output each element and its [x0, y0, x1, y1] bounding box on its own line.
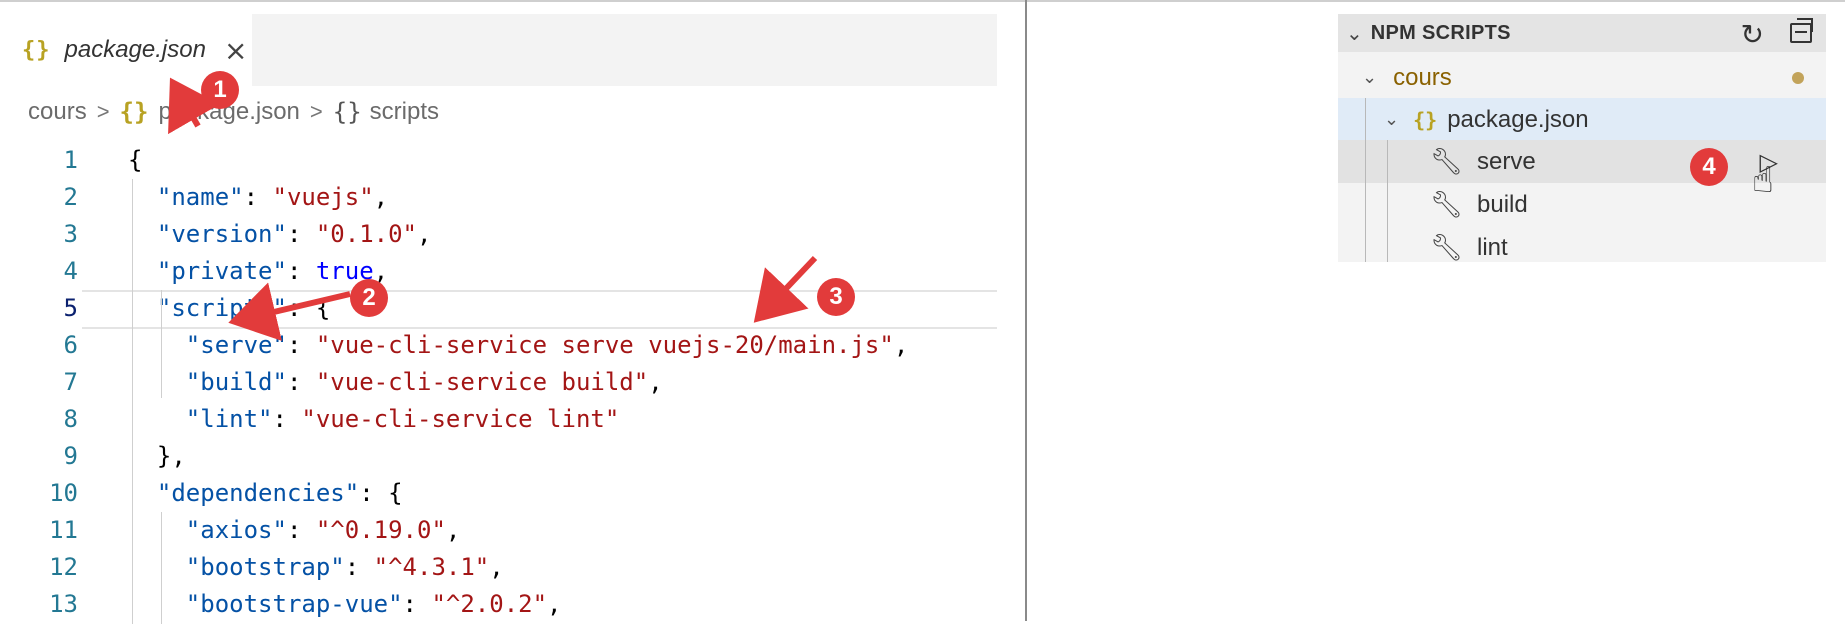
tree-folder-cours[interactable]: ⌄ cours	[1338, 56, 1826, 99]
pane-divider	[1025, 0, 1027, 621]
line-number: 10	[49, 479, 78, 507]
wrench-icon: 🔧︎	[1430, 189, 1464, 219]
modified-dot-icon	[1792, 72, 1804, 84]
line-number: 8	[63, 405, 78, 433]
annotation-badge-2: 2	[350, 279, 388, 317]
tab-bar: {} package.json ×	[0, 14, 997, 86]
code-line: 11 "axios": "^0.19.0",	[0, 512, 997, 549]
code-line: 2 "name": "vuejs",	[0, 179, 997, 216]
object-braces-icon: {}	[332, 98, 362, 126]
code-line: 1{	[0, 142, 997, 179]
wrench-icon: 🔧︎	[1430, 146, 1464, 176]
chevron-down-icon[interactable]: ⌄	[1346, 21, 1363, 46]
chevron-down-icon: ⌄	[1384, 109, 1400, 129]
breadcrumb-symbol[interactable]: scripts	[370, 98, 439, 126]
code-line: 12 "bootstrap": "^4.3.1",	[0, 549, 997, 586]
chevron-down-icon: ⌄	[1362, 67, 1378, 87]
collapse-all-icon[interactable]	[1790, 18, 1813, 43]
code-area[interactable]: 1{ 2 "name": "vuejs", 3 "version": "0.1.…	[0, 142, 997, 623]
code-line: 13 "bootstrap-vue": "^2.0.2",	[0, 586, 997, 623]
panel-title: NPM SCRIPTS	[1370, 21, 1511, 44]
line-number: 12	[49, 553, 78, 581]
line-number: 13	[49, 590, 78, 618]
code-line: 10 "dependencies": {	[0, 475, 997, 512]
line-number: 7	[63, 368, 78, 396]
json-braces-icon: {}	[1413, 107, 1438, 132]
tree-item-package-json[interactable]: ⌄ {} package.json	[1338, 98, 1826, 141]
code-line: 8 "lint": "vue-cli-service lint"	[0, 401, 997, 438]
folder-label: cours	[1393, 63, 1452, 91]
breadcrumb-folder[interactable]: cours	[28, 98, 87, 126]
indent-guide	[161, 290, 162, 398]
package-label: package.json	[1447, 105, 1589, 133]
code-line: 9 },	[0, 438, 997, 475]
line-number: 4	[63, 257, 78, 285]
json-braces-icon: {}	[119, 98, 149, 126]
code-line: 3 "version": "0.1.0",	[0, 216, 997, 253]
line-number: 3	[63, 220, 78, 248]
indent-guide	[132, 179, 133, 624]
chevron-right-icon: >	[96, 99, 110, 124]
chevron-right-icon: >	[309, 99, 323, 124]
line-number: 9	[63, 442, 78, 470]
line-number: 5	[63, 294, 78, 322]
indent-guide	[161, 512, 162, 624]
wrench-icon: 🔧︎	[1430, 232, 1464, 262]
tree-indent-guide	[1387, 140, 1388, 262]
code-line: 7 "build": "vue-cli-service build",	[0, 364, 997, 401]
annotation-badge-1: 1	[201, 71, 239, 109]
npm-scripts-header[interactable]: ⌄ NPM SCRIPTS ↻	[1338, 14, 1826, 52]
line-number: 11	[49, 516, 78, 544]
npm-scripts-panel: ⌄ NPM SCRIPTS ↻ ⌄ cours ⌄ {} package.jso…	[1338, 14, 1826, 262]
tab-filename: package.json	[64, 36, 206, 63]
hand-cursor-icon: ☝︎	[1752, 160, 1774, 201]
script-item-lint[interactable]: 🔧︎ lint	[1338, 226, 1826, 269]
top-border	[0, 0, 1845, 2]
annotation-badge-4: 4	[1690, 148, 1728, 186]
json-braces-icon: {}	[22, 37, 51, 63]
tree-indent-guide	[1365, 98, 1366, 262]
script-label: build	[1477, 190, 1528, 218]
line-number: 1	[63, 146, 78, 174]
refresh-icon[interactable]: ↻	[1741, 18, 1764, 51]
line-number: 6	[63, 331, 78, 359]
script-label: serve	[1477, 147, 1536, 175]
script-label: lint	[1477, 233, 1508, 261]
close-icon[interactable]: ×	[224, 34, 247, 67]
annotation-badge-3: 3	[817, 278, 855, 316]
line-number: 2	[63, 183, 78, 211]
code-line: 6 "serve": "vue-cli-service serve vuejs-…	[0, 327, 997, 364]
